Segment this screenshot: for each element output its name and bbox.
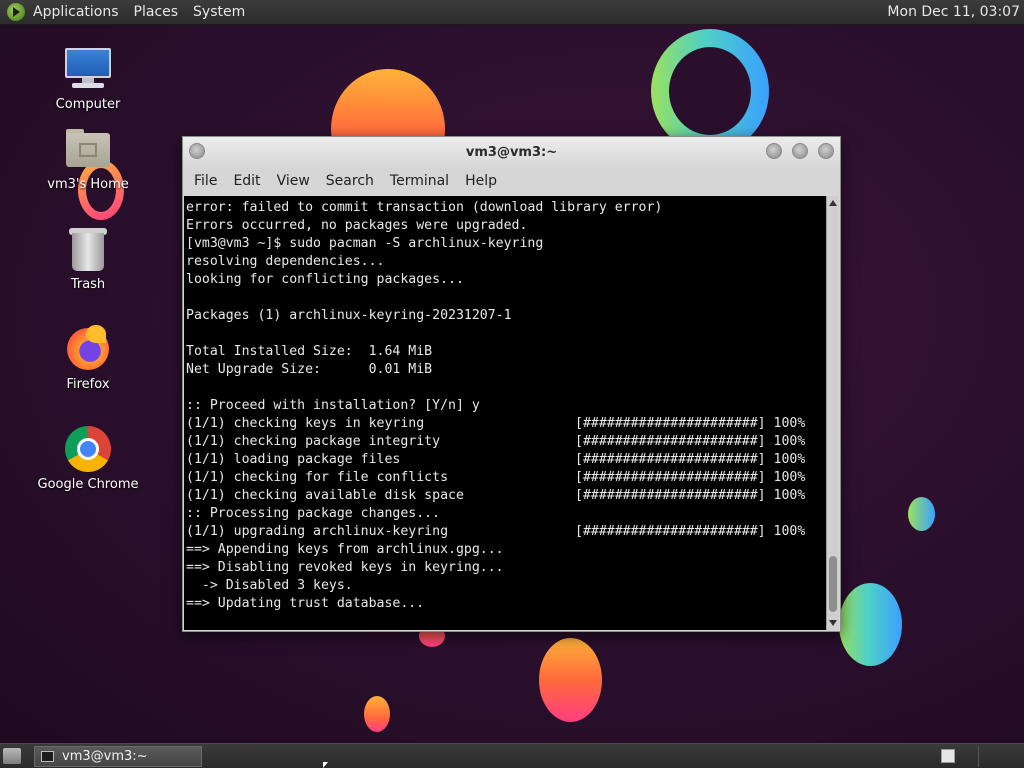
terminal-line: ==> Disabling revoked keys in keyring... <box>186 560 504 575</box>
places-menu[interactable]: Places <box>134 4 179 20</box>
top-panel: Applications Places System Mon Dec 11, 0… <box>0 0 1024 25</box>
firefox-icon <box>64 325 112 373</box>
wallpaper-green-blob <box>839 583 902 666</box>
close-button[interactable] <box>818 143 834 159</box>
menu-help[interactable]: Help <box>457 173 505 189</box>
bottom-panel: vm3@vm3:~ <box>0 743 1024 768</box>
desktop-icon-home[interactable]: vm3's Home <box>33 125 143 192</box>
desktop-icon-firefox[interactable]: Firefox <box>33 325 143 392</box>
menu-edit[interactable]: Edit <box>225 173 268 189</box>
terminal-line: (1/1) checking available disk space [###… <box>186 488 806 503</box>
panel-divider <box>978 746 979 767</box>
scroll-down-icon[interactable] <box>829 620 837 626</box>
show-desktop-icon[interactable] <box>3 748 21 764</box>
trash-icon <box>64 225 112 273</box>
terminal-line: Net Upgrade Size: 0.01 MiB <box>186 362 433 377</box>
minimize-button[interactable] <box>766 143 782 159</box>
terminal-line: error: failed to commit transaction (dow… <box>186 200 663 215</box>
menu-file[interactable]: File <box>186 173 225 189</box>
terminal-line: (1/1) checking package integrity [######… <box>186 434 806 449</box>
window-menu-button[interactable] <box>189 143 205 159</box>
scroll-up-icon[interactable] <box>829 200 837 206</box>
terminal-line: looking for conflicting packages... <box>186 272 464 287</box>
terminal-line: (1/1) checking for file conflicts [#####… <box>186 470 806 485</box>
terminal-line: Packages (1) archlinux-keyring-20231207-… <box>186 308 512 323</box>
terminal-line: resolving dependencies... <box>186 254 385 269</box>
terminal-line: (1/1) loading package files [###########… <box>186 452 806 467</box>
home-folder-icon <box>64 125 112 173</box>
terminal-menubar: File Edit View Search Terminal Help <box>183 167 840 195</box>
desktop-icon-label: Trash <box>70 277 106 292</box>
system-menu[interactable]: System <box>193 4 245 20</box>
chrome-icon <box>64 425 112 473</box>
desktop-icon-chrome[interactable]: Google Chrome <box>33 425 143 492</box>
desktop-icon-label: Google Chrome <box>37 477 139 492</box>
terminal-line: ==> Appending keys from archlinux.gpg... <box>186 542 504 557</box>
terminal-line: (1/1) upgrading archlinux-keyring [#####… <box>186 524 806 539</box>
terminal-line: ==> Updating trust database... <box>186 596 425 611</box>
menu-search[interactable]: Search <box>318 173 382 189</box>
terminal-icon <box>41 751 54 762</box>
terminal-line: :: Processing package changes... <box>186 506 441 521</box>
desktop-icon-label: Firefox <box>66 377 110 392</box>
wallpaper-green-ring <box>651 29 769 153</box>
desktop-icon-trash[interactable]: Trash <box>33 225 143 292</box>
terminal-line: [vm3@vm3 ~]$ sudo pacman -S archlinux-ke… <box>186 236 544 251</box>
wallpaper-orange-blob <box>539 638 602 722</box>
wallpaper-green-blob <box>908 497 935 531</box>
terminal-line: Errors occurred, no packages were upgrad… <box>186 218 528 233</box>
terminal-text: error: failed to commit transaction (dow… <box>184 196 826 613</box>
terminal-scrollbar[interactable] <box>826 196 839 630</box>
window-title: vm3@vm3:~ <box>465 144 558 160</box>
clock[interactable]: Mon Dec 11, 03:07 <box>887 4 1020 20</box>
terminal-line: (1/1) checking keys in keyring [########… <box>186 416 806 431</box>
maximize-button[interactable] <box>792 143 808 159</box>
distro-logo-icon[interactable] <box>7 3 25 21</box>
terminal-window[interactable]: vm3@vm3:~ File Edit View Search Terminal… <box>182 136 841 632</box>
desktop-icon-computer[interactable]: Computer <box>33 45 143 112</box>
taskbar-item-label: vm3@vm3:~ <box>62 749 148 764</box>
menu-terminal[interactable]: Terminal <box>382 173 457 189</box>
applications-menu[interactable]: Applications <box>33 4 119 20</box>
computer-icon <box>64 45 112 93</box>
terminal-line: -> Disabled 3 keys. <box>201 578 353 593</box>
window-titlebar[interactable]: vm3@vm3:~ <box>183 137 840 167</box>
wallpaper-orange-blob <box>364 696 390 732</box>
terminal-line: :: Proceed with installation? [Y/n] y <box>186 398 480 413</box>
scrollbar-thumb[interactable] <box>829 556 837 612</box>
mouse-cursor-icon <box>323 762 328 768</box>
desktop-icon-label: Computer <box>55 97 121 112</box>
desktop-icon-label: vm3's Home <box>47 177 129 192</box>
terminal-output[interactable]: error: failed to commit transaction (dow… <box>184 196 826 630</box>
terminal-line: Total Installed Size: 1.64 MiB <box>186 344 433 359</box>
menu-view[interactable]: View <box>269 173 318 189</box>
workspace-switcher[interactable] <box>941 749 955 763</box>
taskbar-item-terminal[interactable]: vm3@vm3:~ <box>34 746 202 767</box>
